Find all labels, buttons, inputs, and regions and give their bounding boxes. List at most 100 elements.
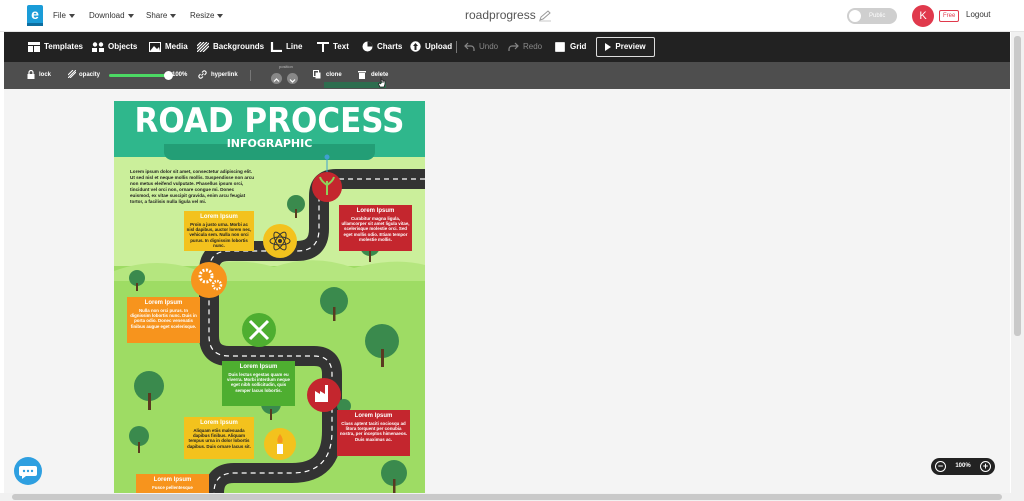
info-box-body: Fusce pellentesque [152, 485, 193, 490]
menu-share-label: Share [146, 11, 168, 20]
templates-label: Templates [44, 42, 83, 51]
line-label: Line [286, 42, 303, 51]
backgrounds-button[interactable]: Backgrounds [197, 32, 264, 62]
avatar[interactable]: K [912, 5, 934, 27]
bring-forward-button[interactable] [271, 73, 282, 84]
info-box-1[interactable]: Lorem Ipsum Proin a justo urna. Morbi ac… [184, 211, 254, 251]
clone-button[interactable]: clone [313, 62, 342, 89]
send-backward-button[interactable] [287, 73, 298, 84]
info-box-title: Lorem Ipsum [144, 300, 183, 306]
templates-button[interactable]: Templates [28, 32, 83, 62]
hyperlink-label: hyperlink [211, 72, 238, 78]
info-box-7[interactable]: Lorem Ipsum Fusce pellentesque [136, 474, 209, 493]
info-box-3[interactable]: Lorem Ipsum Nulla non orci purus. In dig… [127, 297, 200, 343]
design-canvas[interactable]: ROAD PROCESS INFOGRAPHIC Lorem ipsum dol… [114, 101, 425, 493]
info-box-2[interactable]: Lorem Ipsum Curabitur magna ligula, ulla… [339, 205, 412, 251]
horizontal-scrollbar[interactable] [0, 493, 1024, 501]
clone-label: clone [326, 72, 342, 78]
menu-resize[interactable]: Resize [190, 0, 224, 32]
preview-label: Preview [615, 42, 646, 51]
menu-download-label: Download [89, 11, 125, 20]
charts-label: Charts [377, 42, 403, 51]
chat-button[interactable] [14, 457, 42, 485]
info-box-title: Lorem Ipsum [200, 214, 238, 220]
subbar-divider [250, 70, 251, 81]
position-label: position [279, 64, 293, 69]
undo-label: Undo [479, 42, 499, 51]
lock-button[interactable]: lock [27, 62, 51, 89]
text-icon [317, 41, 329, 52]
hand-cursor-icon [378, 77, 386, 88]
info-box-title: Lorem Ipsum [239, 364, 278, 370]
visibility-toggle[interactable]: Public [847, 8, 897, 24]
grid-toggle[interactable]: Grid [555, 32, 586, 62]
objects-button[interactable]: Objects [92, 32, 137, 62]
image-icon [149, 41, 161, 52]
horizontal-scrollbar-thumb[interactable] [12, 494, 1002, 500]
zoom-in-button[interactable]: + [980, 461, 991, 472]
toolbar-divider [456, 41, 457, 53]
undo-button[interactable]: Undo [464, 32, 498, 62]
info-box-6[interactable]: Lorem Ipsum Class aptent taciti sociosqu… [337, 410, 410, 456]
redo-button[interactable]: Redo [508, 32, 542, 62]
menu-share[interactable]: Share [146, 0, 177, 32]
zoom-level: 100% [955, 463, 971, 469]
charts-button[interactable]: Charts [362, 32, 402, 62]
opacity-slider[interactable] [109, 71, 173, 80]
logout-link[interactable]: Logout [966, 10, 990, 19]
chevron-down-icon [68, 13, 75, 18]
upload-button[interactable]: Upload [410, 32, 452, 62]
info-box-title: Lorem Ipsum [356, 208, 395, 214]
info-box-title: Lorem Ipsum [200, 420, 238, 426]
info-box-title: Lorem Ipsum [354, 413, 393, 419]
marker-tools [242, 313, 276, 347]
menu-download[interactable]: Download [89, 0, 134, 32]
opacity-icon [67, 70, 77, 79]
marker-plant [312, 154, 342, 202]
info-box-5[interactable]: Lorem Ipsum Aliquam etiis malesuada dapi… [184, 417, 254, 459]
preview-button[interactable]: Preview [596, 37, 655, 57]
pencil-icon[interactable] [538, 10, 552, 22]
text-label: Text [333, 42, 349, 51]
text-button[interactable]: Text [317, 32, 349, 62]
play-icon [605, 42, 612, 51]
marker-factory [307, 378, 341, 412]
info-box-body: Proin a justo urna. Morbi ac nisl dapibu… [186, 222, 252, 248]
vertical-scrollbar-thumb[interactable] [1014, 36, 1021, 336]
upload-icon [410, 41, 421, 53]
objects-icon [92, 42, 104, 52]
main-toolbar: Templates Objects Media Backgrounds Line… [4, 32, 1010, 62]
backgrounds-label: Backgrounds [213, 42, 265, 51]
clone-icon [313, 69, 321, 79]
document-title[interactable]: roadprogress [465, 8, 536, 22]
info-box-4[interactable]: Lorem Ipsum Duis lectus egestas quam eu … [222, 361, 295, 406]
vertical-scrollbar[interactable] [1011, 32, 1024, 493]
lock-label: lock [39, 72, 52, 78]
zoom-control: − 100% + [931, 458, 995, 475]
grid-label: Grid [570, 42, 587, 51]
objects-label: Objects [108, 42, 138, 51]
media-button[interactable]: Media [149, 32, 188, 62]
trash-icon [358, 70, 366, 79]
link-icon [198, 70, 207, 79]
info-box-body: Curabitur magna ligula, ullamcorper sit … [341, 216, 410, 242]
upload-label: Upload [425, 42, 453, 51]
menu-file-label: File [53, 11, 66, 20]
chevron-down-icon [127, 13, 134, 18]
grid-checkbox[interactable] [555, 41, 565, 52]
info-box-body: Aliquam etiis malesuada dapibus finibus.… [187, 428, 251, 449]
redo-icon [508, 42, 519, 52]
zoom-out-button[interactable]: − [935, 461, 946, 472]
line-button[interactable]: Line [270, 32, 302, 62]
menu-file[interactable]: File [53, 0, 75, 32]
app-logo[interactable]: e [27, 5, 43, 26]
chat-icon [19, 466, 37, 479]
toggle-knob [849, 10, 861, 22]
pie-chart-icon [362, 41, 373, 52]
chevron-down-icon [289, 79, 296, 83]
plan-badge[interactable]: Free [939, 10, 960, 22]
info-box-body: Class aptent taciti sociosqu ad litora t… [339, 421, 408, 442]
backgrounds-icon [197, 41, 209, 52]
hyperlink-button[interactable]: hyperlink [198, 62, 238, 89]
visibility-label: Public [869, 13, 886, 19]
